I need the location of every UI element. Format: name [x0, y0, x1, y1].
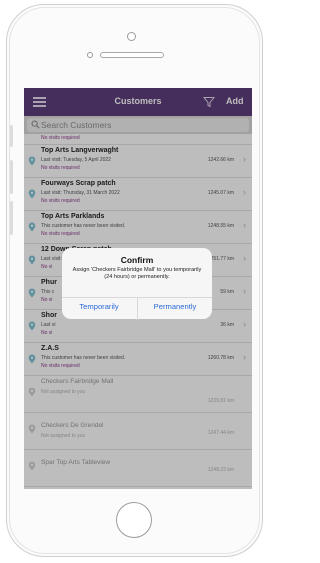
mute-switch	[10, 125, 13, 147]
earpiece-speaker	[100, 52, 164, 58]
volume-down-button	[10, 201, 13, 235]
front-camera	[127, 32, 136, 41]
dialog-message: Assign 'Checkers Fairbridge Mall' to you…	[72, 267, 202, 280]
confirm-dialog: Confirm Assign 'Checkers Fairbridge Mall…	[62, 248, 212, 320]
temporarily-button[interactable]: Temporarily	[62, 302, 136, 311]
dialog-title: Confirm	[120, 255, 154, 265]
permanently-button[interactable]: Permanently	[138, 302, 212, 311]
volume-up-button	[10, 160, 13, 194]
proximity-sensor	[87, 52, 93, 58]
app-screen: Customers Add Search Customers No visits…	[24, 88, 252, 489]
home-button[interactable]	[116, 502, 152, 538]
dialog-actions: Temporarily Permanently	[62, 297, 212, 320]
